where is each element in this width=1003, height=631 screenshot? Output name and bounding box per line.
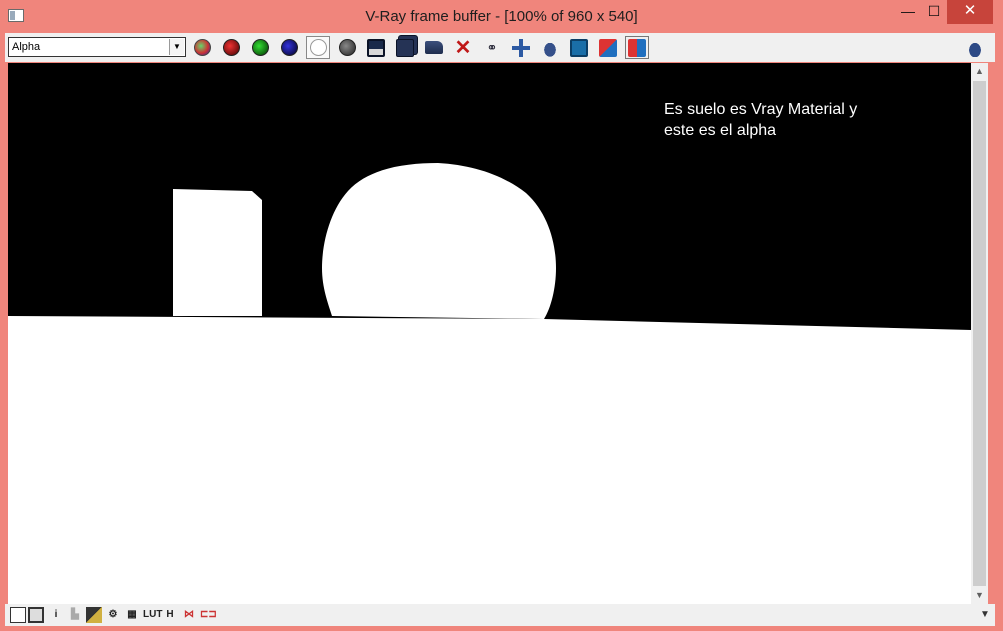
alpha-box-object xyxy=(173,189,262,316)
vfb-history-button[interactable] xyxy=(567,36,591,59)
minimize-button[interactable]: — xyxy=(895,0,921,24)
red-channel-button[interactable] xyxy=(219,36,243,59)
save-image-button[interactable] xyxy=(364,36,388,59)
blue-channel-icon xyxy=(280,39,298,56)
collapse-chevron-icon[interactable]: ▼ xyxy=(977,607,993,623)
green-channel-button[interactable] xyxy=(248,36,272,59)
green-channel-icon xyxy=(251,39,269,56)
vfb-window: V-Ray frame buffer - [100% of 960 x 540]… xyxy=(0,0,1003,631)
blue-channel-button[interactable] xyxy=(277,36,301,59)
red-x-icon: ✕ xyxy=(454,37,472,59)
compare-ab-vertical-button[interactable] xyxy=(625,36,649,59)
track-mouse-icon: ⚭ xyxy=(486,39,498,55)
region-render-button[interactable] xyxy=(509,36,533,59)
pixel-info-panel-icon[interactable] xyxy=(28,607,44,623)
rgb-channels-icon xyxy=(193,39,211,56)
render-button[interactable] xyxy=(963,36,987,59)
stereo-icon[interactable]: ⊏⊐ xyxy=(200,607,217,623)
history-icon xyxy=(570,38,588,57)
window-title: V-Ray frame buffer - [100% of 960 x 540] xyxy=(365,8,638,25)
pixel-aspect-icon[interactable]: ⋈ xyxy=(181,607,197,623)
settings-gear-icon[interactable]: ⚙ xyxy=(105,607,121,623)
render-annotation: Es suelo es Vray Material y este es el a… xyxy=(664,101,858,139)
scroll-down-icon[interactable]: ▼ xyxy=(971,587,988,604)
channel-select-value: Alpha xyxy=(12,41,41,53)
toolbar: Alpha ▼ ✕ ⚭ xyxy=(5,33,995,62)
red-channel-icon xyxy=(222,39,240,56)
view-alpha-channel-button[interactable] xyxy=(306,36,330,59)
lens-effects-icon[interactable]: ▦ xyxy=(124,607,140,623)
compare-ab-horizontal-button[interactable] xyxy=(596,36,620,59)
multiple-floppy-icon xyxy=(396,38,414,57)
scrollbar-thumb[interactable] xyxy=(973,81,986,586)
compare-ab-horizontal-icon xyxy=(599,38,617,57)
color-corrections-icon[interactable] xyxy=(86,607,102,623)
info-button[interactable]: i xyxy=(48,607,64,623)
floppy-disk-icon xyxy=(367,38,385,57)
load-image-button[interactable] xyxy=(422,36,446,59)
hsv-button[interactable]: H xyxy=(162,607,178,623)
title-bar[interactable]: V-Ray frame buffer - [100% of 960 x 540]… xyxy=(0,0,1003,32)
chevron-down-icon[interactable]: ▼ xyxy=(169,39,184,55)
track-mouse-button[interactable]: ⚭ xyxy=(480,36,504,59)
open-folder-icon xyxy=(425,41,443,54)
alpha-render-image xyxy=(8,63,971,604)
bottom-toolbar: i ▙ ⚙ ▦ LUT H ⋈ ⊏⊐ ▼ xyxy=(5,604,995,626)
save-all-channels-button[interactable] xyxy=(393,36,417,59)
close-button[interactable]: ✕ xyxy=(947,0,993,24)
render-last-button[interactable] xyxy=(538,36,562,59)
alpha-channel-icon xyxy=(309,39,327,56)
compare-ab-vertical-icon xyxy=(628,38,646,57)
render-teapot-icon xyxy=(966,38,984,57)
scroll-up-icon[interactable]: ▲ xyxy=(971,63,988,80)
region-render-icon xyxy=(512,38,530,57)
lut-button[interactable]: LUT xyxy=(143,607,162,623)
vertical-scrollbar[interactable]: ▲ ▼ xyxy=(971,63,988,604)
teapot-icon xyxy=(541,38,559,57)
monochromatic-mode-button[interactable] xyxy=(335,36,359,59)
show-rgb-channels-button[interactable] xyxy=(190,36,214,59)
histogram-icon[interactable]: ▙ xyxy=(67,607,83,623)
maximize-button[interactable]: ☐ xyxy=(921,0,947,24)
window-panel-icon[interactable] xyxy=(10,607,26,623)
monochrome-icon xyxy=(338,39,356,56)
clear-image-button[interactable]: ✕ xyxy=(451,36,475,59)
channel-select[interactable]: Alpha ▼ xyxy=(8,37,186,57)
render-viewport[interactable]: Es suelo es Vray Material y este es el a… xyxy=(8,63,971,604)
